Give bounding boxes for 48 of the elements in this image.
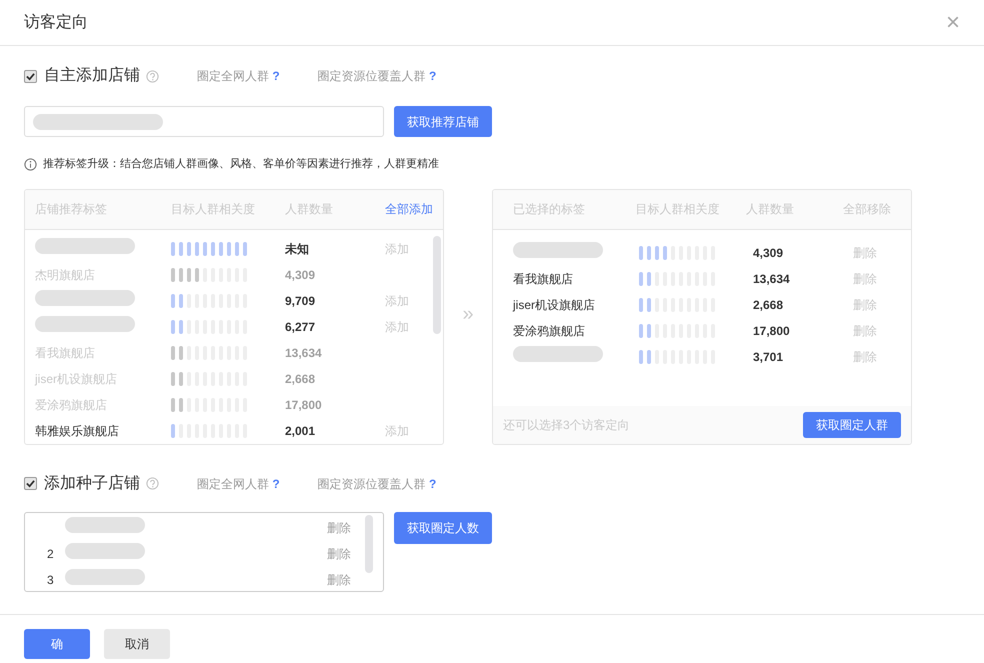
cancel-button[interactable]: 取消 xyxy=(104,628,170,658)
audience-count: 2,668 xyxy=(753,296,784,314)
delete-link[interactable]: 删除 xyxy=(327,518,351,536)
scrollbar[interactable] xyxy=(433,236,441,334)
audience-count: 9,709 xyxy=(285,292,316,310)
close-button[interactable]: × xyxy=(946,10,960,34)
check-icon xyxy=(26,479,35,488)
shop-name: jiser机设旗舰店 xyxy=(513,298,596,312)
audience-count: 3,701 xyxy=(753,348,784,366)
audience-count: 未知 xyxy=(285,240,310,258)
audience-count: 13,634 xyxy=(285,344,323,362)
help-link[interactable]: 圈定资源位覆盖人群 ? xyxy=(318,474,436,492)
audience-count: 2,001 xyxy=(285,422,316,440)
checkbox[interactable] xyxy=(24,477,37,490)
info-icon xyxy=(24,158,37,171)
delete-link[interactable]: 删除 xyxy=(327,544,351,562)
item-number: 2 xyxy=(47,546,55,562)
section-title: 添加种子店铺 xyxy=(44,474,140,494)
help-icon[interactable] xyxy=(146,70,159,82)
get-count-button[interactable]: 获取圈定人数 xyxy=(394,512,492,544)
audience-count: 17,800 xyxy=(753,322,791,340)
help-link[interactable]: 圈定全网人群 ? xyxy=(197,474,280,492)
transfer-icon: » xyxy=(444,298,492,328)
help-link[interactable]: 圈定全网人群 ? xyxy=(197,67,280,85)
checkbox[interactable] xyxy=(24,70,37,82)
audience-count: 4,309 xyxy=(753,244,784,262)
audience-count: 2,668 xyxy=(285,370,316,388)
check-icon xyxy=(26,72,35,80)
shop-name: 爱涂鸦旗舰店 xyxy=(513,324,585,338)
scrollbar[interactable] xyxy=(365,514,373,572)
audience-count: 13,634 xyxy=(753,270,791,288)
recommend-shops-button[interactable]: 获取推荐店铺 xyxy=(394,106,492,137)
help-link[interactable]: 圈定资源位覆盖人群 ? xyxy=(318,67,436,85)
confirm-button[interactable]: 确 xyxy=(24,628,90,658)
add-all-link[interactable]: 全部添加 xyxy=(385,200,433,218)
shop-search-field[interactable] xyxy=(24,106,384,137)
get-audience-button[interactable]: 获取圈定人群 xyxy=(803,412,901,438)
section-title: 自主添加店铺 xyxy=(44,66,140,86)
shop-name: 看我旗舰店 xyxy=(513,272,573,286)
item-number: 3 xyxy=(47,572,55,588)
delete-link[interactable]: 删除 xyxy=(327,570,351,588)
audience-count: 4,309 xyxy=(285,266,316,284)
shop-name: 韩雅娱乐旗舰店 xyxy=(35,424,119,438)
dialog-title: 访客定向 xyxy=(24,12,88,32)
help-icon[interactable] xyxy=(146,477,159,490)
audience-count: 6,277 xyxy=(285,318,316,336)
audience-count: 17,800 xyxy=(285,396,323,414)
tip-text: 推荐标签升级：结合您店铺人群画像、风格、客单价等因素进行推荐，人群更精准 xyxy=(43,156,439,172)
